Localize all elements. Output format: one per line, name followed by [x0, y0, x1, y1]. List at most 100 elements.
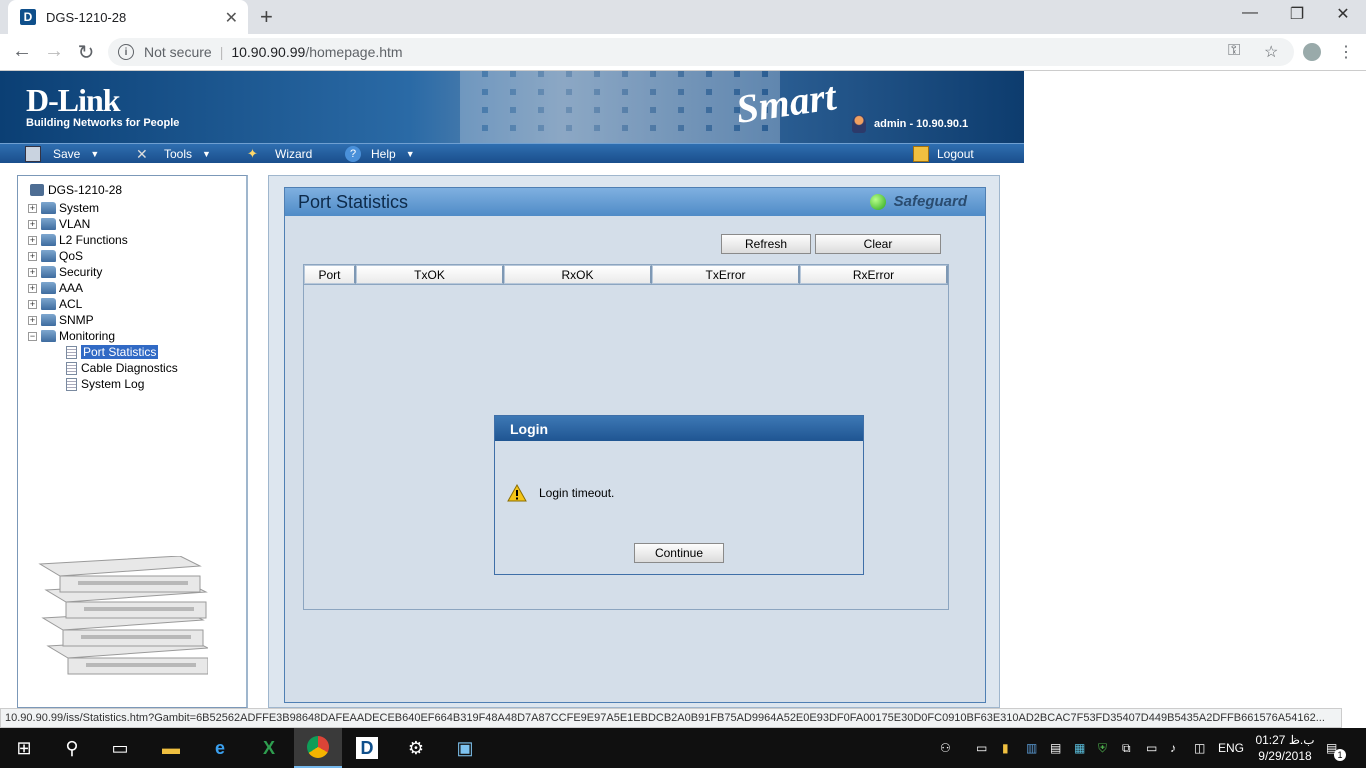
status-led-icon: [869, 193, 886, 210]
window-close-icon[interactable]: ✕: [1323, 4, 1363, 24]
tree-folder-qos[interactable]: + QoS: [28, 248, 83, 264]
menu-save[interactable]: Save ▼: [25, 144, 99, 164]
internet-explorer-icon[interactable]: e: [196, 728, 244, 768]
restore-icon[interactable]: ❐: [1277, 4, 1317, 24]
dlink-tagline: Building Networks for People: [26, 117, 180, 129]
tree-folder-label: QoS: [59, 249, 84, 263]
expand-icon[interactable]: +: [28, 219, 37, 229]
tree-folder-label: System: [59, 201, 100, 215]
bookmark-star-icon[interactable]: ☆: [1264, 42, 1278, 62]
excel-icon[interactable]: X: [245, 728, 293, 768]
tray-network-app-icon[interactable]: ▦: [1074, 728, 1085, 768]
refresh-button[interactable]: Refresh: [721, 234, 811, 254]
remote-desktop-icon[interactable]: ▣: [441, 728, 489, 768]
clock-date: 9/29/2018: [1258, 749, 1312, 763]
network-icon[interactable]: ◫: [1194, 728, 1205, 768]
device-icon: [30, 184, 44, 196]
menu-logout-label: Logout: [937, 147, 974, 161]
user-info: admin - 10.90.90.1: [852, 115, 968, 133]
tree-folder-label: Security: [59, 265, 103, 279]
folder-open-icon: [41, 330, 56, 342]
tree-item-cable-diagnostics[interactable]: Cable Diagnostics: [66, 360, 178, 376]
expand-icon[interactable]: +: [28, 251, 37, 261]
dlink-app-icon[interactable]: D: [343, 728, 391, 768]
column-header-rxok: RxOK: [504, 265, 652, 284]
user-icon: [852, 115, 866, 133]
dialog-title: Login: [495, 416, 863, 441]
tray-app-icon[interactable]: ▥: [1026, 728, 1037, 768]
warning-icon: [507, 484, 527, 502]
menu-tools[interactable]: ✕ Tools ▼: [136, 144, 211, 164]
people-icon[interactable]: ⚇: [940, 728, 951, 768]
language-indicator[interactable]: ENG: [1218, 728, 1244, 768]
chrome-icon[interactable]: [294, 728, 342, 768]
folder-icon: [41, 282, 56, 294]
menu-kebab-icon[interactable]: ⋮: [1338, 42, 1354, 62]
tree-folder-label: VLAN: [59, 217, 91, 231]
expand-icon[interactable]: +: [28, 235, 37, 245]
tree-folder-monitoring[interactable]: − Monitoring: [28, 328, 115, 344]
column-header-txerror: TxError: [652, 265, 800, 284]
info-icon[interactable]: i: [118, 44, 134, 60]
expand-icon[interactable]: +: [28, 203, 37, 213]
tree-root[interactable]: DGS-1210-28: [30, 183, 122, 197]
folder-icon: [41, 266, 56, 278]
battery-icon[interactable]: ▭: [1146, 728, 1157, 768]
menu-logout[interactable]: Logout: [913, 144, 974, 164]
document-icon: [66, 345, 77, 359]
volume-icon[interactable]: ♪: [1170, 728, 1176, 768]
help-icon: ?: [345, 146, 361, 162]
search-icon[interactable]: ⚲: [48, 728, 96, 768]
file-explorer-icon[interactable]: ▬: [147, 728, 195, 768]
back-arrow-icon[interactable]: ←: [10, 40, 34, 63]
menu-help-label: Help: [371, 147, 396, 161]
tab-close-icon[interactable]: ✕: [225, 8, 238, 28]
tray-drive-icon[interactable]: ▭: [976, 728, 987, 768]
tree-folder-system[interactable]: + System: [28, 200, 99, 216]
action-center-icon[interactable]: ▤ 1: [1326, 728, 1346, 768]
tray-monitor-icon[interactable]: ▤: [1050, 728, 1061, 768]
folder-icon: [41, 314, 56, 326]
tree-folder-vlan[interactable]: + VLAN: [28, 216, 90, 232]
expand-icon[interactable]: +: [28, 315, 37, 325]
folder-icon: [41, 218, 56, 230]
safeguard-indicator: Safeguard: [869, 193, 967, 210]
menu-wizard[interactable]: ✦ Wizard: [247, 144, 312, 164]
expand-icon[interactable]: +: [28, 283, 37, 293]
task-view-icon[interactable]: ▭: [96, 728, 144, 768]
tree-folder-label: Monitoring: [59, 329, 116, 343]
expand-icon[interactable]: +: [28, 267, 37, 277]
tree-folder-snmp[interactable]: + SNMP: [28, 312, 94, 328]
menu-wizard-label: Wizard: [275, 147, 313, 161]
expand-icon[interactable]: +: [28, 299, 37, 309]
taskbar-clock[interactable]: 01:27 ب.ظ 9/29/2018: [1254, 732, 1316, 764]
collapse-icon[interactable]: −: [28, 331, 37, 341]
clear-button[interactable]: Clear: [815, 234, 941, 254]
address-bar[interactable]: i Not secure | 10.90.90.99/homepage.htm: [108, 38, 1294, 66]
settings-gear-icon[interactable]: ⚙: [392, 728, 440, 768]
tree-folder-aaa[interactable]: + AAA: [28, 280, 83, 296]
column-header-rxerror: RxError: [800, 265, 948, 284]
tray-shield-icon[interactable]: ▮: [1002, 728, 1009, 768]
chevron-down-icon: ▼: [202, 149, 211, 159]
tree-folder-security[interactable]: + Security: [28, 264, 102, 280]
key-icon[interactable]: ⚿: [1228, 42, 1240, 60]
continue-button[interactable]: Continue: [634, 543, 724, 563]
windows-start-icon[interactable]: ⊞: [0, 728, 48, 768]
menu-save-label: Save: [53, 147, 81, 161]
tray-device-icon[interactable]: ⧉: [1122, 728, 1131, 768]
tree-folder-acl[interactable]: + ACL: [28, 296, 82, 312]
windows-taskbar: ⊞ ⚲ ▭ ▬ e X D ⚙ ▣ ⚇ ▭ ▮ ▥ ▤ ▦ ⛨ ⧉ ▭ ♪ ◫ …: [0, 728, 1366, 768]
tray-security-icon[interactable]: ⛨: [1098, 728, 1107, 768]
new-tab-icon[interactable]: +: [260, 4, 273, 30]
minimize-icon[interactable]: —: [1230, 4, 1270, 22]
tree-folder-l2-functions[interactable]: + L2 Functions: [28, 232, 128, 248]
forward-arrow-icon[interactable]: →: [42, 40, 66, 63]
browser-tab[interactable]: D DGS-1210-28 ✕: [8, 0, 248, 34]
tree-item-label: System Log: [81, 377, 145, 391]
menu-help[interactable]: ? Help ▼: [345, 144, 415, 164]
tree-item-system-log[interactable]: System Log: [66, 376, 144, 392]
profile-avatar-icon[interactable]: [1303, 43, 1321, 61]
tree-item-port-statistics[interactable]: Port Statistics: [66, 344, 159, 360]
reload-icon[interactable]: ↻: [74, 40, 98, 65]
